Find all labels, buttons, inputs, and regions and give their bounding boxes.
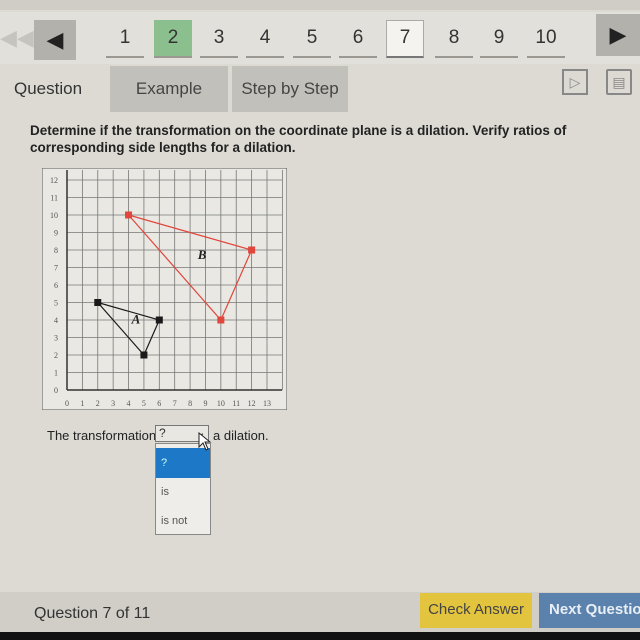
x-tick-label: 4 [127, 399, 131, 408]
triangle-label-B: B [197, 247, 207, 262]
y-tick-label: 8 [54, 246, 58, 255]
next-question-button[interactable]: Next Question [539, 593, 640, 628]
x-tick-label: 5 [142, 399, 146, 408]
tab-bar: Question Example Step by Step [0, 64, 640, 112]
select-value: ? [159, 426, 166, 440]
top-strip [0, 0, 640, 10]
y-tick-label: 11 [50, 194, 58, 203]
x-tick-label: 12 [248, 399, 256, 408]
play-video-icon[interactable]: ▷ [562, 69, 588, 95]
y-tick-label: 5 [54, 299, 58, 308]
graph-frame [42, 168, 287, 410]
y-tick-label: 10 [50, 211, 58, 220]
question-2-button[interactable]: 2 [154, 20, 192, 58]
screen: ◀◀ ◀ 1 2 3 4 5 6 7 8 9 10 ▶ Question Example Step… [0, 0, 640, 640]
y-tick-label: 6 [54, 281, 58, 290]
coordinate-plane: 0 1 2 3 4 5 6 7 8 9 10 11 12 130123456789101112AB [42, 168, 287, 410]
question-4-button[interactable]: 4 [246, 20, 284, 58]
mouse-cursor-icon [198, 432, 212, 451]
question-3-button[interactable]: 3 [200, 20, 238, 58]
question-5-button[interactable]: 5 [293, 20, 331, 58]
x-tick-label: 0 [65, 399, 69, 408]
question-number: 7 [102, 605, 112, 622]
y-tick-label: 3 [54, 334, 58, 343]
question-total: of 11 [115, 605, 151, 622]
x-tick-label: 3 [111, 399, 115, 408]
y-tick-label: 7 [54, 264, 58, 273]
y-tick-label: 1 [54, 369, 58, 378]
question-10-button[interactable]: 10 [527, 20, 565, 58]
question-8-button[interactable]: 8 [435, 20, 473, 58]
x-tick-label: 8 [188, 399, 192, 408]
option-placeholder[interactable]: ? [156, 448, 210, 478]
x-tick-label: 9 [203, 399, 207, 408]
y-tick-label: 9 [54, 229, 58, 238]
select-dropdown: ? is is not [155, 443, 211, 535]
question-prompt: Determine if the transformation on the c… [30, 123, 567, 155]
y-tick-label: 4 [54, 316, 58, 325]
next-page-button[interactable]: ▶ [596, 14, 640, 56]
double-chevron-left-icon: ◀◀ [0, 25, 34, 50]
x-tick-label: 10 [217, 399, 225, 408]
check-answer-button[interactable]: Check Answer [420, 593, 532, 628]
tab-step-by-step[interactable]: Step by Step [232, 66, 348, 112]
x-tick-label: 13 [263, 399, 271, 408]
vertex-A [155, 316, 163, 324]
vertex-B [125, 211, 133, 219]
option-is-not[interactable]: is not [156, 506, 210, 536]
tab-example[interactable]: Example [110, 66, 228, 112]
question-9-button[interactable]: 9 [480, 20, 518, 58]
vertex-A [94, 299, 102, 306]
question-label: Question [34, 605, 99, 622]
tab-question[interactable]: Question [14, 79, 82, 99]
x-tick-label: 6 [157, 399, 161, 408]
prev-question-button[interactable]: ◀ [34, 20, 76, 60]
x-tick-label: 2 [96, 399, 100, 408]
question-counter: Question 7 of 11 [34, 605, 150, 623]
vertex-B [217, 316, 225, 324]
question-6-button[interactable]: 6 [339, 20, 377, 58]
question-1-button[interactable]: 1 [106, 20, 144, 58]
answer-suffix: a dilation. [213, 428, 269, 443]
triangle-left-icon: ◀ [46, 27, 64, 52]
bezel [0, 632, 640, 640]
open-book-icon[interactable]: ▤ [606, 69, 632, 95]
answer-prefix: The transformation [47, 428, 157, 443]
vertex-B [248, 246, 256, 254]
x-tick-label: 7 [173, 399, 177, 408]
y-tick-label: 0 [54, 386, 58, 395]
option-is[interactable]: is [156, 477, 210, 507]
x-tick-label: 1 [80, 399, 84, 408]
x-tick-label: 11 [232, 399, 240, 408]
y-tick-label: 2 [54, 351, 58, 360]
y-tick-label: 12 [50, 176, 58, 185]
first-question-button[interactable]: ◀◀ [0, 18, 34, 58]
triangle-right-icon: ▶ [609, 22, 627, 47]
question-7-button[interactable]: 7 [386, 20, 424, 58]
triangle-label-A: A [131, 312, 141, 327]
vertex-A [140, 351, 148, 359]
